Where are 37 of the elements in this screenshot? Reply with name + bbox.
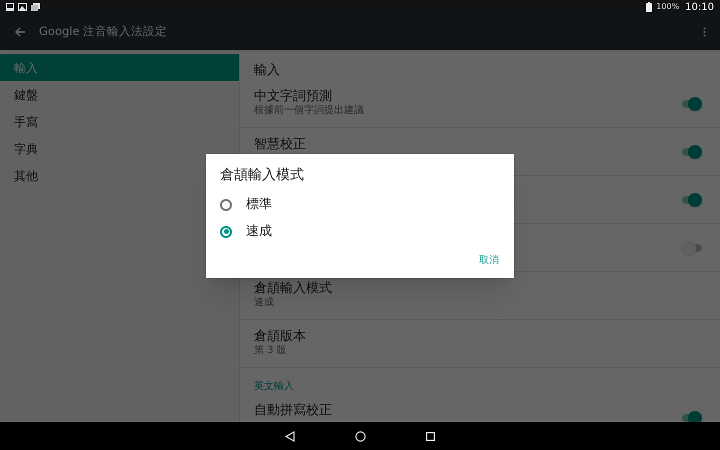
section-title: 輸入 xyxy=(254,62,280,80)
stacked-images-icon xyxy=(31,3,40,11)
more-options-icon[interactable] xyxy=(703,27,706,37)
toggle-switch[interactable] xyxy=(682,96,702,110)
settings-row[interactable]: 倉頡版本 第 3 版 xyxy=(240,320,720,368)
sidebar-item[interactable]: 輸入 xyxy=(0,54,239,81)
setting-subtitle: 速成 xyxy=(254,296,275,309)
toggle-switch[interactable] xyxy=(682,144,702,158)
setting-title: 中文字詞預測 xyxy=(254,89,333,104)
section-title: 英文輸入 xyxy=(254,380,294,394)
setting-title: 自動拼寫校正 xyxy=(254,403,333,418)
setting-title: 智慧校正 xyxy=(254,137,307,152)
image-icon xyxy=(6,3,14,11)
radio-button[interactable] xyxy=(220,226,232,238)
image-icon xyxy=(18,3,27,11)
toolbar-title: Google 注音輸入法設定 xyxy=(39,23,168,40)
toggle-switch[interactable] xyxy=(682,240,702,254)
setting-title: 倉頡輸入模式 xyxy=(254,281,333,296)
setting-title: 倉頡版本 xyxy=(254,329,307,344)
settings-row[interactable]: 中文字詞預測 根據前一個字詞提出建議 xyxy=(240,80,720,128)
battery-icon xyxy=(646,2,652,12)
sidebar-item[interactable]: 字典 xyxy=(0,135,239,162)
back-arrow-icon[interactable] xyxy=(14,26,26,38)
toggle-switch[interactable] xyxy=(682,192,702,206)
radio-button[interactable] xyxy=(220,198,232,210)
back-triangle-icon[interactable] xyxy=(285,430,295,442)
sidebar-item[interactable]: 手寫 xyxy=(0,108,239,135)
home-circle-icon[interactable] xyxy=(355,430,366,442)
setting-subtitle: 第 3 版 xyxy=(254,344,288,357)
sidebar-item[interactable]: 鍵盤 xyxy=(0,81,239,108)
radio-option[interactable]: 速成 xyxy=(220,218,500,245)
setting-subtitle: 根據前一個字詞提出建議 xyxy=(254,104,365,117)
radio-option[interactable]: 標準 xyxy=(220,191,500,218)
recents-square-icon[interactable] xyxy=(426,432,435,440)
clock: 10:10 xyxy=(685,0,714,14)
battery-percent: 100% xyxy=(656,1,680,13)
cancel-button[interactable]: 取消 xyxy=(478,253,500,268)
